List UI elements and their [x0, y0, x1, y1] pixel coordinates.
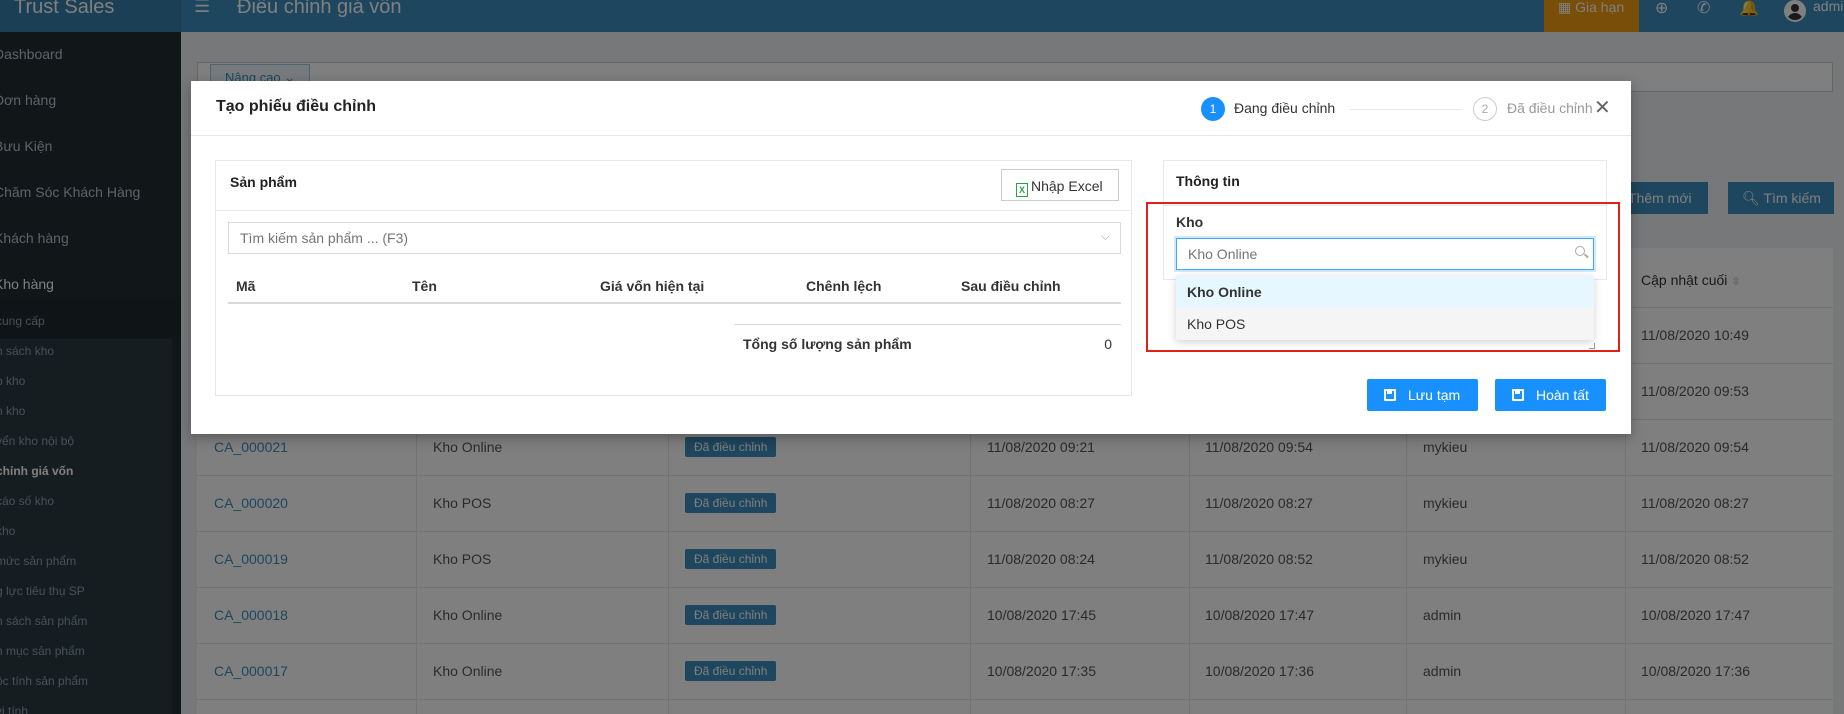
column-name: Tên: [412, 278, 437, 294]
products-title: Sản phẩm: [230, 174, 297, 190]
save-icon: [1384, 389, 1396, 401]
excel-icon: X: [1016, 183, 1028, 197]
finish-label: Hoàn tất: [1536, 387, 1589, 403]
product-search-select[interactable]: ⌵: [228, 222, 1121, 254]
modal-header: Tạo phiếu điều chỉnh 1 Đang điều chỉnh 2…: [191, 81, 1631, 136]
product-search-input[interactable]: [229, 223, 1079, 253]
save-icon: [1512, 389, 1524, 401]
close-icon[interactable]: ✕: [1594, 95, 1611, 120]
chevron-down-icon: ⌵: [1100, 229, 1110, 243]
total-products-label: Tổng số lượng sản phẩm: [743, 336, 912, 352]
column-after-adjust: Sau điều chỉnh: [961, 278, 1061, 294]
modal-title: Tạo phiếu điều chỉnh: [216, 98, 376, 115]
step-2-indicator: 2: [1473, 97, 1497, 121]
import-excel-button[interactable]: X Nhập Excel: [1001, 169, 1119, 201]
step-1-label: Đang điều chỉnh: [1234, 100, 1336, 116]
step-connector: [1349, 109, 1461, 110]
summary-divider: [734, 324, 1121, 325]
column-current-cost: Giá vốn hiện tại: [600, 278, 705, 294]
column-code: Mã: [236, 278, 256, 294]
info-title: Thông tin: [1176, 173, 1240, 189]
products-panel: Sản phẩm XNhập Excel ⌵ Mã Tên Giá vốn hi…: [215, 160, 1132, 396]
save-draft-button[interactable]: Lưu tạm: [1367, 379, 1478, 411]
table-header-divider: [228, 302, 1121, 304]
highlight-box: [1146, 202, 1620, 352]
save-draft-label: Lưu tạm: [1408, 387, 1461, 403]
create-adjustment-modal: Tạo phiếu điều chỉnh 1 Đang điều chỉnh 2…: [191, 81, 1631, 434]
total-products-value: 0: [1104, 336, 1112, 352]
column-difference: Chênh lệch: [806, 278, 882, 294]
step-2-label: Đã điều chỉnh: [1507, 100, 1593, 116]
import-excel-label: Nhập Excel: [1031, 178, 1103, 194]
step-1-indicator: 1: [1201, 97, 1225, 121]
finish-button[interactable]: Hoàn tất: [1495, 379, 1606, 411]
products-panel-header: Sản phẩm X Nhập Excel: [216, 161, 1131, 211]
